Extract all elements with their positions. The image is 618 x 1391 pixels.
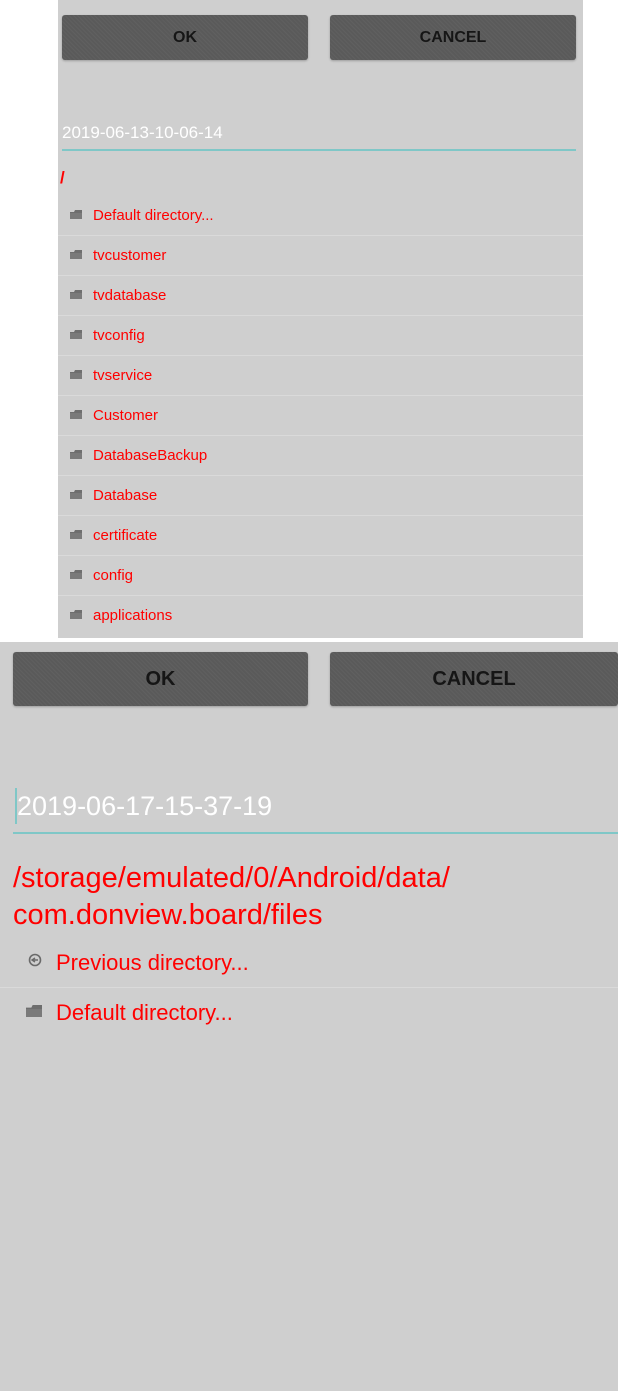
folder-icon bbox=[70, 446, 82, 464]
folder-icon bbox=[70, 286, 82, 304]
folder-icon bbox=[26, 1004, 42, 1022]
list-item-label: config bbox=[93, 566, 134, 584]
list-item-label: Database bbox=[93, 486, 158, 504]
up-directory-icon bbox=[28, 953, 42, 972]
list-item-label: tvcustomer bbox=[93, 246, 167, 264]
list-item-label: Previous directory... bbox=[56, 949, 249, 975]
directory-list: Previous directory... Default directory.… bbox=[0, 939, 618, 1039]
list-item-tvdatabase[interactable]: tvdatabase bbox=[58, 276, 583, 314]
list-item-applications[interactable]: applications bbox=[58, 596, 583, 634]
filename-input-underline bbox=[13, 832, 618, 834]
list-item-label: tvconfig bbox=[93, 326, 145, 344]
current-path: / bbox=[60, 168, 65, 187]
top-file-dialog: OK CANCEL 2019-06-13-10-06-14 / Default … bbox=[58, 0, 583, 638]
folder-icon bbox=[70, 526, 82, 544]
list-item-default-directory[interactable]: Default directory... bbox=[58, 196, 583, 234]
filename-input[interactable]: 2019-06-17-15-37-19 bbox=[17, 791, 272, 822]
ok-button[interactable]: OK bbox=[62, 15, 308, 60]
folder-icon bbox=[70, 326, 82, 344]
list-item-label: applications bbox=[93, 606, 173, 624]
list-item-previous-directory[interactable]: Previous directory... bbox=[0, 939, 618, 986]
list-item-label: Default directory... bbox=[56, 999, 233, 1025]
list-item-certificate[interactable]: certificate bbox=[58, 516, 583, 554]
filename-input-underline bbox=[62, 149, 576, 151]
list-item-tvservice[interactable]: tvservice bbox=[58, 356, 583, 394]
ok-button[interactable]: OK bbox=[13, 652, 308, 706]
current-path-line: /storage/emulated/0/Android/data/ bbox=[13, 862, 450, 894]
list-item-tvconfig[interactable]: tvconfig bbox=[58, 316, 583, 354]
list-item-database[interactable]: Database bbox=[58, 476, 583, 514]
list-item-label: certificate bbox=[93, 526, 158, 544]
folder-icon bbox=[70, 206, 82, 224]
list-item-config[interactable]: config bbox=[58, 556, 583, 594]
cancel-button[interactable]: CANCEL bbox=[330, 652, 618, 706]
current-path-line: com.donview.board/files bbox=[13, 899, 323, 931]
folder-icon bbox=[70, 486, 82, 504]
bottom-file-dialog: OK CANCEL 2019-06-17-15-37-19 /storage/e… bbox=[0, 642, 618, 1391]
folder-icon bbox=[70, 606, 82, 624]
list-item-default-directory[interactable]: Default directory... bbox=[0, 989, 618, 1036]
cancel-button[interactable]: CANCEL bbox=[330, 15, 576, 60]
folder-icon bbox=[70, 566, 82, 584]
directory-list: Default directory... tvcustomer tvdataba… bbox=[58, 196, 583, 636]
filename-input[interactable]: 2019-06-13-10-06-14 bbox=[62, 123, 223, 143]
list-item-label: Customer bbox=[93, 406, 159, 424]
divider bbox=[0, 987, 618, 988]
folder-icon bbox=[70, 406, 82, 424]
list-item-customer[interactable]: Customer bbox=[58, 396, 583, 434]
folder-icon bbox=[70, 366, 82, 384]
list-item-databasebackup[interactable]: DatabaseBackup bbox=[58, 436, 583, 474]
folder-icon bbox=[70, 246, 82, 264]
list-item-label: tvservice bbox=[93, 366, 153, 384]
current-path: /storage/emulated/0/Android/data/ com.do… bbox=[13, 860, 450, 934]
list-item-label: DatabaseBackup bbox=[93, 446, 208, 464]
list-item-tvcustomer[interactable]: tvcustomer bbox=[58, 236, 583, 274]
list-item-label: Default directory... bbox=[93, 206, 214, 224]
list-item-label: tvdatabase bbox=[93, 286, 167, 304]
